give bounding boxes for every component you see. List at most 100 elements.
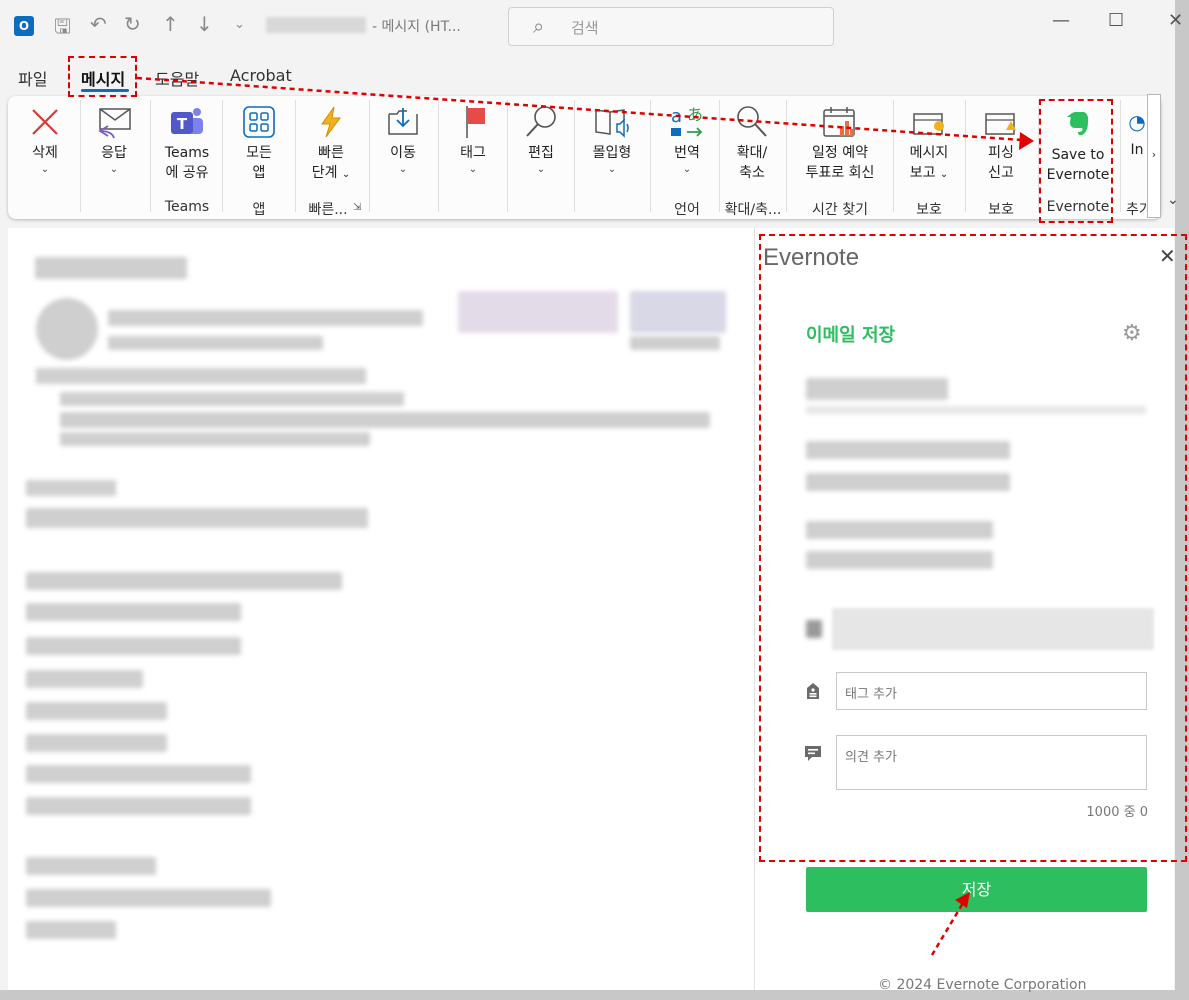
group-separator xyxy=(893,100,894,212)
immersive-reader-label: 몰입형 xyxy=(592,145,632,161)
teams-share-label-1: Teams xyxy=(164,145,210,161)
search-input[interactable]: ⌕ 검색 xyxy=(508,7,834,46)
tab-file[interactable]: 파일 xyxy=(18,66,47,90)
chevron-down-icon: ⌄ xyxy=(109,164,119,175)
magnifier-icon xyxy=(526,106,556,137)
share-to-teams-button[interactable]: T Teams 에 공유 xyxy=(158,104,216,183)
tab-help[interactable]: 도움말 xyxy=(155,66,199,90)
tab-acrobat[interactable]: Acrobat xyxy=(230,66,292,85)
up-arrow-icon[interactable]: ↑ xyxy=(162,12,179,36)
reply-icon xyxy=(98,108,131,139)
group-separator xyxy=(295,100,296,212)
report-phishing-button[interactable]: 피싱 신고 xyxy=(972,104,1030,183)
save-button[interactable]: 저장 xyxy=(806,867,1147,912)
teams-share-label-2: 에 공유 xyxy=(165,165,209,181)
svg-text:a: a xyxy=(671,106,682,127)
zoom-label-1: 확대/ xyxy=(736,145,768,161)
insights-label: In xyxy=(1130,142,1144,158)
group-label-teams: Teams xyxy=(164,199,210,215)
save-button-label: 저장 xyxy=(961,880,992,899)
scheduling-poll-label-2: 투표로 회신 xyxy=(805,165,875,181)
svg-text:T: T xyxy=(177,115,188,133)
svg-text:あ: あ xyxy=(687,105,703,124)
group-separator xyxy=(80,100,81,212)
zoom-label-2: 축소 xyxy=(739,165,765,181)
group-label-language: 언어 xyxy=(674,202,700,218)
report-message-label-2: 보고 ⌄ xyxy=(900,163,958,185)
undo-icon[interactable]: ↶ xyxy=(90,12,107,36)
scheduling-poll-button[interactable]: 일정 예약 투표로 회신 xyxy=(794,104,886,183)
quick-steps-button[interactable]: 빠른 단계 ⌄ xyxy=(300,104,362,185)
maximize-icon[interactable]: ☐ xyxy=(1108,10,1124,31)
pane-divider[interactable] xyxy=(754,228,755,990)
move-label: 이동 xyxy=(390,145,416,161)
chevron-down-icon: ⌄ xyxy=(536,164,546,175)
group-separator xyxy=(150,100,151,212)
annotation-box-evernote-panel xyxy=(759,234,1187,862)
translate-button[interactable]: aあ 번역 ⌄ xyxy=(658,104,716,177)
ribbon-scroll-right-button[interactable]: › xyxy=(1147,94,1161,218)
window-title: - 메시지 (HT... xyxy=(372,19,461,35)
save-icon[interactable]: 🖫 xyxy=(54,12,71,46)
title-bar: O 🖫 ↶ ↻ ↑ ↓ ⌄ - 메시지 (HT... ⌕ 검색 — ☐ ✕ xyxy=(0,0,1183,52)
group-separator xyxy=(650,100,651,212)
all-apps-label-1: 모든 xyxy=(246,145,272,161)
quick-steps-label-1: 빠른 xyxy=(318,145,344,161)
scheduling-poll-label-1: 일정 예약 xyxy=(812,145,868,161)
zoom-button[interactable]: 확대/ 축소 xyxy=(724,104,780,183)
down-arrow-icon[interactable]: ↓ xyxy=(196,12,213,36)
group-separator xyxy=(574,100,575,212)
chevron-down-icon: ⌄ xyxy=(607,164,617,175)
apps-grid-icon xyxy=(243,106,275,138)
group-label-quick-steps: 빠른... xyxy=(308,202,348,218)
all-apps-button[interactable]: 모든 앱 xyxy=(230,104,288,183)
tag-button[interactable]: 태그 ⌄ xyxy=(448,104,498,177)
group-separator xyxy=(507,100,508,212)
group-label-protection-2: 보호 xyxy=(988,202,1014,218)
tag-label: 태그 xyxy=(460,145,486,161)
dialog-launcher-icon[interactable]: ⇲ xyxy=(353,202,361,213)
report-phishing-label-2: 신고 xyxy=(988,165,1014,181)
group-separator xyxy=(965,100,966,212)
search-icon: ⌕ xyxy=(533,14,545,38)
group-label-protection-1: 보호 xyxy=(916,202,942,218)
translate-label: 번역 xyxy=(674,145,700,161)
zoom-icon xyxy=(737,106,767,137)
all-apps-label-2: 앱 xyxy=(252,165,266,181)
customize-toolbar-icon[interactable]: ⌄ xyxy=(234,17,245,32)
calendar-poll-icon xyxy=(823,107,855,137)
close-window-icon[interactable]: ✕ xyxy=(1168,10,1183,31)
chevron-down-icon: ⌄ xyxy=(40,164,50,175)
edit-button[interactable]: 편집 ⌄ xyxy=(516,104,566,177)
redo-icon[interactable]: ↻ xyxy=(124,12,141,36)
quick-steps-label-2: 단계 ⌄ xyxy=(300,163,362,185)
lightning-icon xyxy=(321,106,341,138)
report-phishing-label-1: 피싱 xyxy=(988,145,1014,161)
teams-icon: T xyxy=(171,108,203,134)
outlook-app-icon: O xyxy=(14,16,34,36)
immersive-reader-button[interactable]: 몰입형 ⌄ xyxy=(582,104,642,177)
chevron-down-icon: ⌄ xyxy=(398,164,408,175)
search-placeholder: 검색 xyxy=(571,19,599,37)
reply-button[interactable]: 응답 ⌄ xyxy=(88,104,140,177)
group-separator xyxy=(222,100,223,212)
translate-icon: aあ xyxy=(671,105,703,137)
insights-icon: ◔ xyxy=(1128,110,1146,134)
chevron-down-icon: ⌄ xyxy=(468,164,478,175)
chevron-down-icon: ⌄ xyxy=(939,169,949,180)
report-phishing-icon xyxy=(985,113,1016,135)
annotation-box-message-tab xyxy=(68,56,137,97)
report-message-button[interactable]: 메시지 보고 ⌄ xyxy=(900,104,958,185)
insights-button[interactable]: ◔ In xyxy=(1126,104,1148,160)
delete-label: 삭제 xyxy=(32,145,58,161)
minimize-icon[interactable]: — xyxy=(1052,10,1070,31)
report-message-label-2-text: 보고 xyxy=(909,165,936,181)
delete-icon xyxy=(32,109,58,135)
annotation-box-evernote-button xyxy=(1039,99,1113,223)
delete-button[interactable]: 삭제 ⌄ xyxy=(20,104,70,177)
immersive-reader-icon xyxy=(595,109,629,138)
group-label-addins: 추가 xyxy=(1126,202,1148,218)
move-button[interactable]: 이동 ⌄ xyxy=(378,104,428,177)
copyright-text: © 2024 Evernote Corporation xyxy=(878,977,1087,993)
ribbon-expand-chevron-icon[interactable]: ⌄ xyxy=(1167,192,1179,208)
